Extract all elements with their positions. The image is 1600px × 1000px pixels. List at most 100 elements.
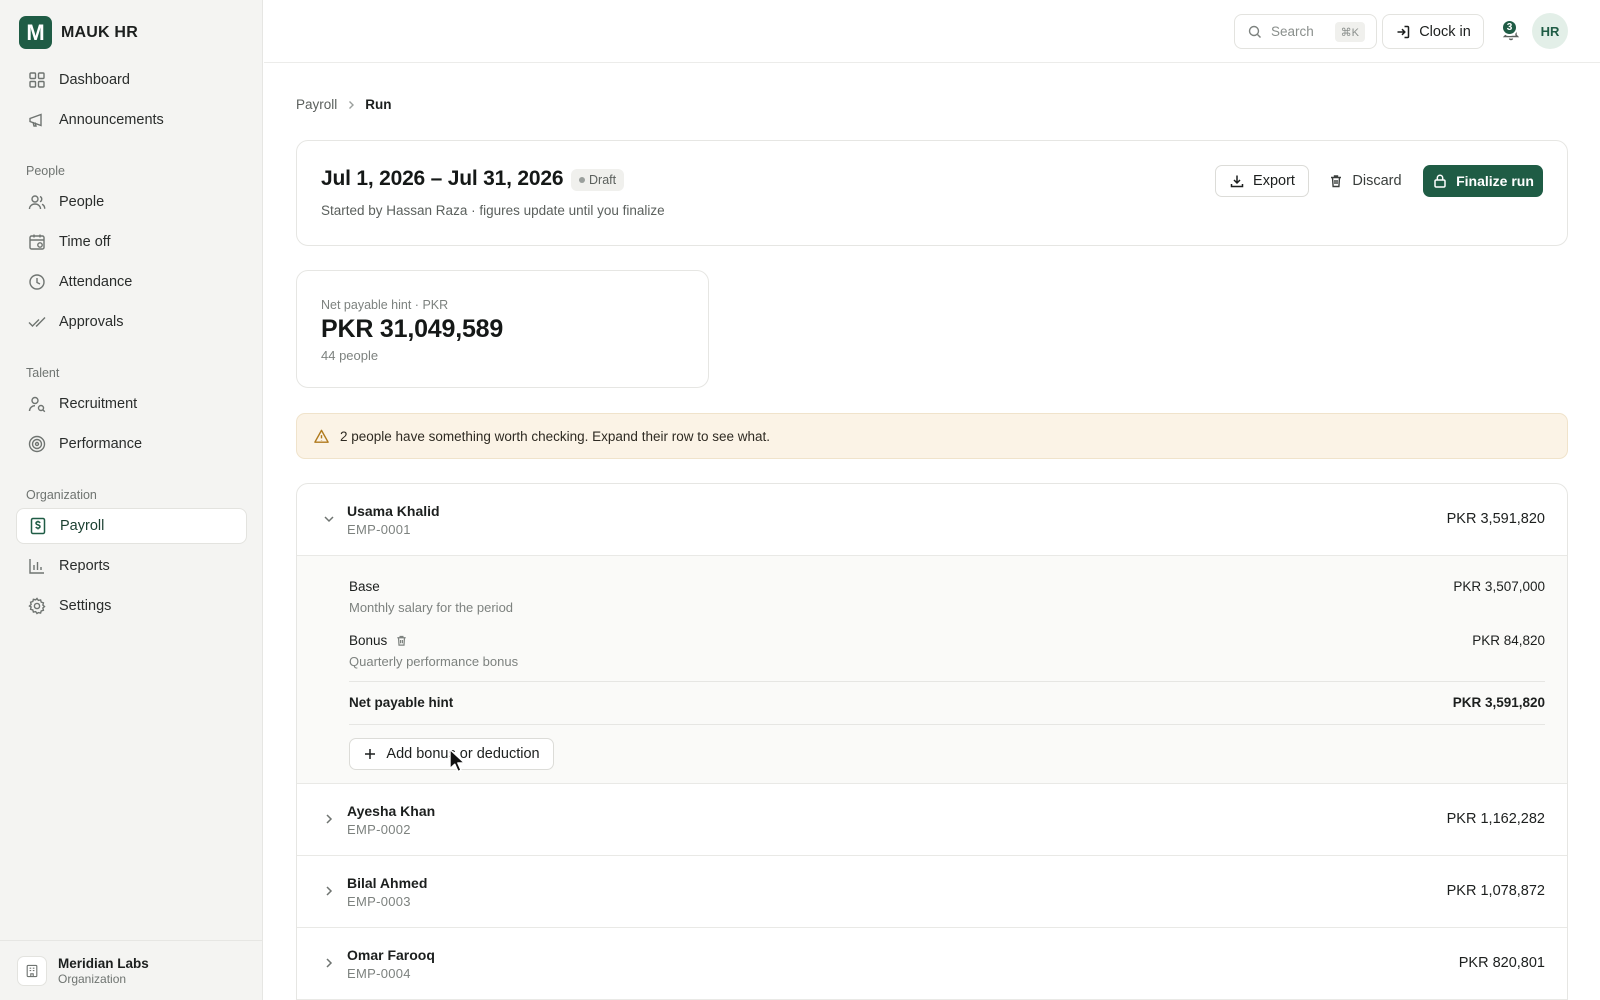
employee-name: Bilal Ahmed: [347, 875, 428, 891]
sidebar-item-label: Recruitment: [59, 396, 138, 412]
topbar: Search ⌘K Clock in 3 HR: [264, 0, 1600, 63]
table-row[interactable]: Ayesha Khan EMP-0002 PKR 1,162,282: [297, 784, 1567, 856]
pay-line-title-text: Base: [349, 579, 380, 594]
clock-in-label: Clock in: [1419, 23, 1471, 40]
clock-in-button[interactable]: Clock in: [1382, 14, 1484, 49]
discard-button[interactable]: Discard: [1323, 165, 1407, 197]
sidebar-item-label: Attendance: [59, 274, 133, 290]
employee-id: EMP-0001: [347, 522, 411, 537]
pay-line-amount: PKR 3,507,000: [1453, 579, 1545, 594]
trash-icon[interactable]: [395, 634, 408, 647]
table-row[interactable]: Omar Farooq EMP-0004 PKR 820,801: [297, 928, 1567, 1000]
export-label: Export: [1253, 173, 1295, 189]
calendar-icon: [27, 232, 47, 252]
pay-line-title: Bonus: [349, 633, 1545, 648]
sidebar-item-label: Time off: [59, 234, 111, 250]
sidebar-item-time-off[interactable]: Time off: [16, 224, 247, 260]
employee-amount: PKR 820,801: [1458, 955, 1545, 971]
brand[interactable]: M MAUK HR: [19, 16, 138, 49]
login-icon: [1395, 24, 1411, 40]
sidebar-item-approvals[interactable]: Approvals: [16, 304, 247, 340]
avatar[interactable]: HR: [1532, 13, 1568, 49]
sidebar-item-label: Payroll: [60, 518, 105, 534]
brand-logo: M: [19, 16, 52, 49]
sidebar-item-settings[interactable]: Settings: [16, 588, 247, 624]
search-shortcut: ⌘K: [1334, 22, 1365, 42]
chevron-down-icon[interactable]: [321, 511, 337, 527]
export-button[interactable]: Export: [1215, 165, 1309, 197]
sidebar-item-label: Dashboard: [59, 72, 130, 88]
download-icon: [1229, 173, 1245, 189]
chevron-right-icon[interactable]: [321, 955, 337, 971]
net-payable-card: Net payable hint · PKR PKR 31,049,589 44…: [296, 270, 709, 388]
clock-icon: [27, 272, 47, 292]
dollar-file-icon: [28, 516, 48, 536]
finalize-label: Finalize run: [1456, 173, 1534, 189]
sidebar-nav: Dashboard Announcements People People Ti…: [16, 62, 247, 628]
breadcrumb-run: Run: [365, 97, 392, 112]
chevron-right-icon[interactable]: [321, 883, 337, 899]
net-payable-line: Net payable hint PKR 3,591,820: [349, 681, 1545, 725]
search-placeholder: Search: [1271, 24, 1314, 39]
employee-amount: PKR 1,162,282: [1446, 811, 1545, 827]
search-icon: [1247, 24, 1263, 40]
employee-id: EMP-0002: [347, 822, 411, 837]
org-role: Organization: [58, 971, 127, 986]
dashboard-icon: [27, 70, 47, 90]
chevron-right-icon[interactable]: [321, 811, 337, 827]
sidebar-item-payroll[interactable]: Payroll: [16, 508, 247, 544]
employee-detail-panel: Base Monthly salary for the period PKR 3…: [297, 556, 1567, 784]
employee-amount: PKR 3,591,820: [1446, 511, 1545, 527]
discard-label: Discard: [1352, 173, 1402, 189]
pay-line-desc: Quarterly performance bonus: [349, 654, 519, 669]
gear-icon: [27, 596, 47, 616]
net-line-amount: PKR 3,591,820: [1452, 695, 1545, 710]
warning-banner: 2 people have something worth checking. …: [296, 413, 1568, 459]
sidebar-item-people[interactable]: People: [16, 184, 247, 220]
check-double-icon: [27, 312, 47, 332]
sidebar-item-reports[interactable]: Reports: [16, 548, 247, 584]
sidebar-item-label: Performance: [59, 436, 143, 452]
employee-name: Omar Farooq: [347, 947, 435, 963]
search-input[interactable]: Search ⌘K: [1234, 14, 1377, 49]
pay-line-desc: Monthly salary for the period: [349, 600, 514, 615]
section-title-people: People: [26, 164, 65, 178]
sidebar-item-performance[interactable]: Performance: [16, 426, 247, 462]
sidebar-item-label: Reports: [59, 558, 110, 574]
breadcrumb-payroll[interactable]: Payroll: [296, 97, 337, 112]
user-search-icon: [27, 394, 47, 414]
megaphone-icon: [27, 110, 47, 130]
employee-id: EMP-0004: [347, 966, 411, 981]
sidebar-item-recruitment[interactable]: Recruitment: [16, 386, 247, 422]
target-icon: [27, 434, 47, 454]
plus-icon: [363, 747, 377, 761]
table-row[interactable]: Bilal Ahmed EMP-0003 PKR 1,078,872: [297, 856, 1567, 928]
org-switcher[interactable]: Meridian Labs Organization: [0, 940, 263, 1000]
pay-line-bonus: Bonus Quarterly performance bonus PKR 84…: [349, 633, 1545, 669]
pay-line-base: Base Monthly salary for the period PKR 3…: [349, 579, 1545, 615]
section-title-talent: Talent: [26, 366, 60, 380]
section-title-organization: Organization: [26, 488, 97, 502]
table-row[interactable]: Usama Khalid EMP-0001 PKR 3,591,820: [297, 484, 1567, 556]
sidebar-item-label: Announcements: [59, 112, 164, 128]
brand-name: MAUK HR: [61, 23, 138, 41]
employee-id: EMP-0003: [347, 894, 411, 909]
employee-amount: PKR 1,078,872: [1446, 883, 1545, 899]
sidebar-item-label: Approvals: [59, 314, 124, 330]
sidebar-item-attendance[interactable]: Attendance: [16, 264, 247, 300]
warning-icon: [313, 428, 330, 445]
bar-chart-icon: [27, 556, 47, 576]
pay-line-title: Base: [349, 579, 1545, 594]
sidebar-item-announcements[interactable]: Announcements: [16, 102, 247, 138]
notification-badge: 3: [1501, 19, 1518, 36]
net-line-label: Net payable hint: [349, 695, 454, 710]
status-badge: Draft: [571, 169, 625, 191]
trash-icon: [1328, 173, 1344, 189]
run-header-card: Jul 1, 2026 – Jul 31, 2026 Draft Started…: [296, 140, 1568, 246]
net-payable-value: PKR 31,049,589: [321, 315, 504, 343]
sidebar-item-dashboard[interactable]: Dashboard: [16, 62, 247, 98]
sidebar-item-label: People: [59, 194, 105, 210]
finalize-run-button[interactable]: Finalize run: [1423, 165, 1543, 197]
employee-name: Usama Khalid: [347, 503, 440, 519]
run-subtitle: Started by Hassan Raza · figures update …: [321, 203, 665, 218]
